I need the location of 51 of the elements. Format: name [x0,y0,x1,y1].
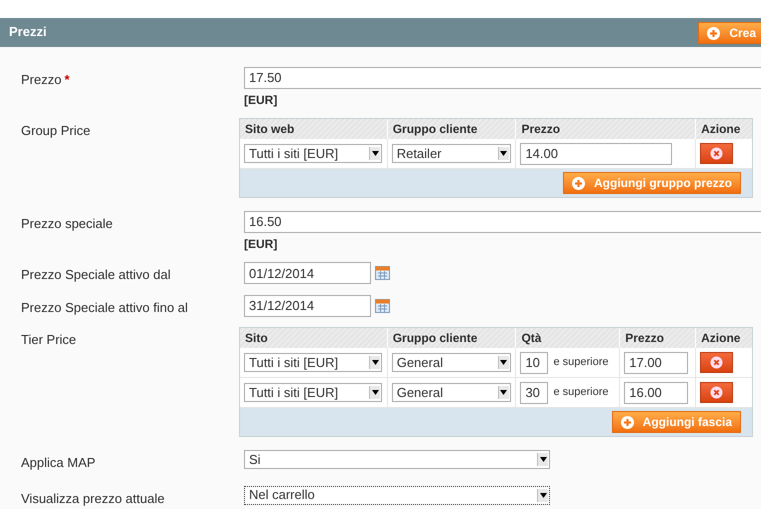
text-input[interactable]: 16.00 [624,382,688,404]
delete-button[interactable] [700,382,734,403]
dropdown-select[interactable]: Tutti i siti [EUR] [244,383,382,402]
currency-note: [EUR] [244,236,278,253]
close-icon [710,147,724,160]
calendar-icon[interactable] [375,298,390,313]
field-label: Prezzo Speciale attivo fino al [21,300,188,314]
required-mark: * [64,72,70,87]
column-header: Azione [700,121,742,138]
field-label: Visualizza prezzo attuale [21,490,165,506]
field-label: Applica MAP [21,455,96,470]
column-header: Azione [700,330,742,347]
currency-note: [EUR] [244,92,278,109]
text-input[interactable]: 30 [520,382,548,404]
column-header: Sito web [240,119,388,139]
dropdown-select[interactable]: Nel carrello [244,486,550,504]
column-header: Prezzo [516,119,696,139]
field-label: Prezzo [21,72,62,87]
text-input[interactable]: 17.50 [244,67,761,89]
plus-icon [620,416,634,428]
column-header: Gruppo cliente [388,119,516,139]
calendar-icon[interactable] [375,266,390,280]
field-label: Group Price [21,123,90,138]
column-header: Gruppo cliente [388,328,516,348]
plus-icon [572,176,586,190]
close-icon [710,356,724,369]
dropdown-select[interactable]: Tutti i siti [EUR] [244,353,382,372]
quantity-suffix: e superiore [553,355,608,370]
dropdown-select[interactable]: General [392,383,511,402]
text-input[interactable]: 16.50 [244,211,761,233]
field-label: Tier Price [21,332,76,347]
text-input[interactable]: 31/12/2014 [244,294,371,317]
field-label: Prezzo speciale [21,216,113,231]
section-title: Prezzi [8,23,47,41]
column-header: Qtà [516,328,620,348]
text-input[interactable]: 17.00 [624,352,688,374]
delete-button[interactable] [700,143,734,164]
dropdown-select[interactable]: Si [244,450,550,469]
delete-button[interactable] [700,352,734,373]
column-header: Sito [240,328,388,348]
plus-icon [707,26,720,40]
dropdown-select[interactable]: Tutti i siti [EUR] [244,144,382,163]
field-label: Prezzo Speciale attivo dal [21,267,171,282]
column-header: Prezzo [620,328,696,348]
quantity-suffix: e superiore [553,385,608,400]
text-input[interactable]: 10 [520,352,548,374]
text-input[interactable]: 01/12/2014 [244,262,371,284]
close-icon [710,386,724,399]
text-input[interactable]: 14.00 [520,142,672,164]
dropdown-select[interactable]: General [392,353,511,372]
dropdown-select[interactable]: Retailer [392,144,511,163]
